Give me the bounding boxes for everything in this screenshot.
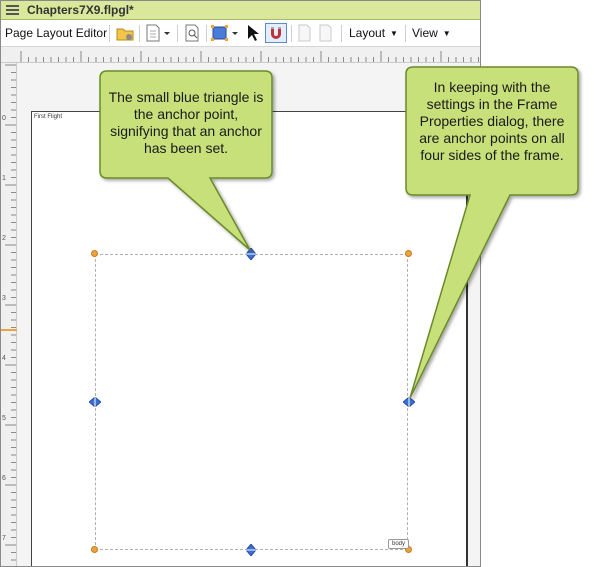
frame-callout-text: In keeping with the settings in the Fram… <box>419 79 565 163</box>
anchor-callout-text: The small blue triangle is the anchor po… <box>108 89 264 156</box>
